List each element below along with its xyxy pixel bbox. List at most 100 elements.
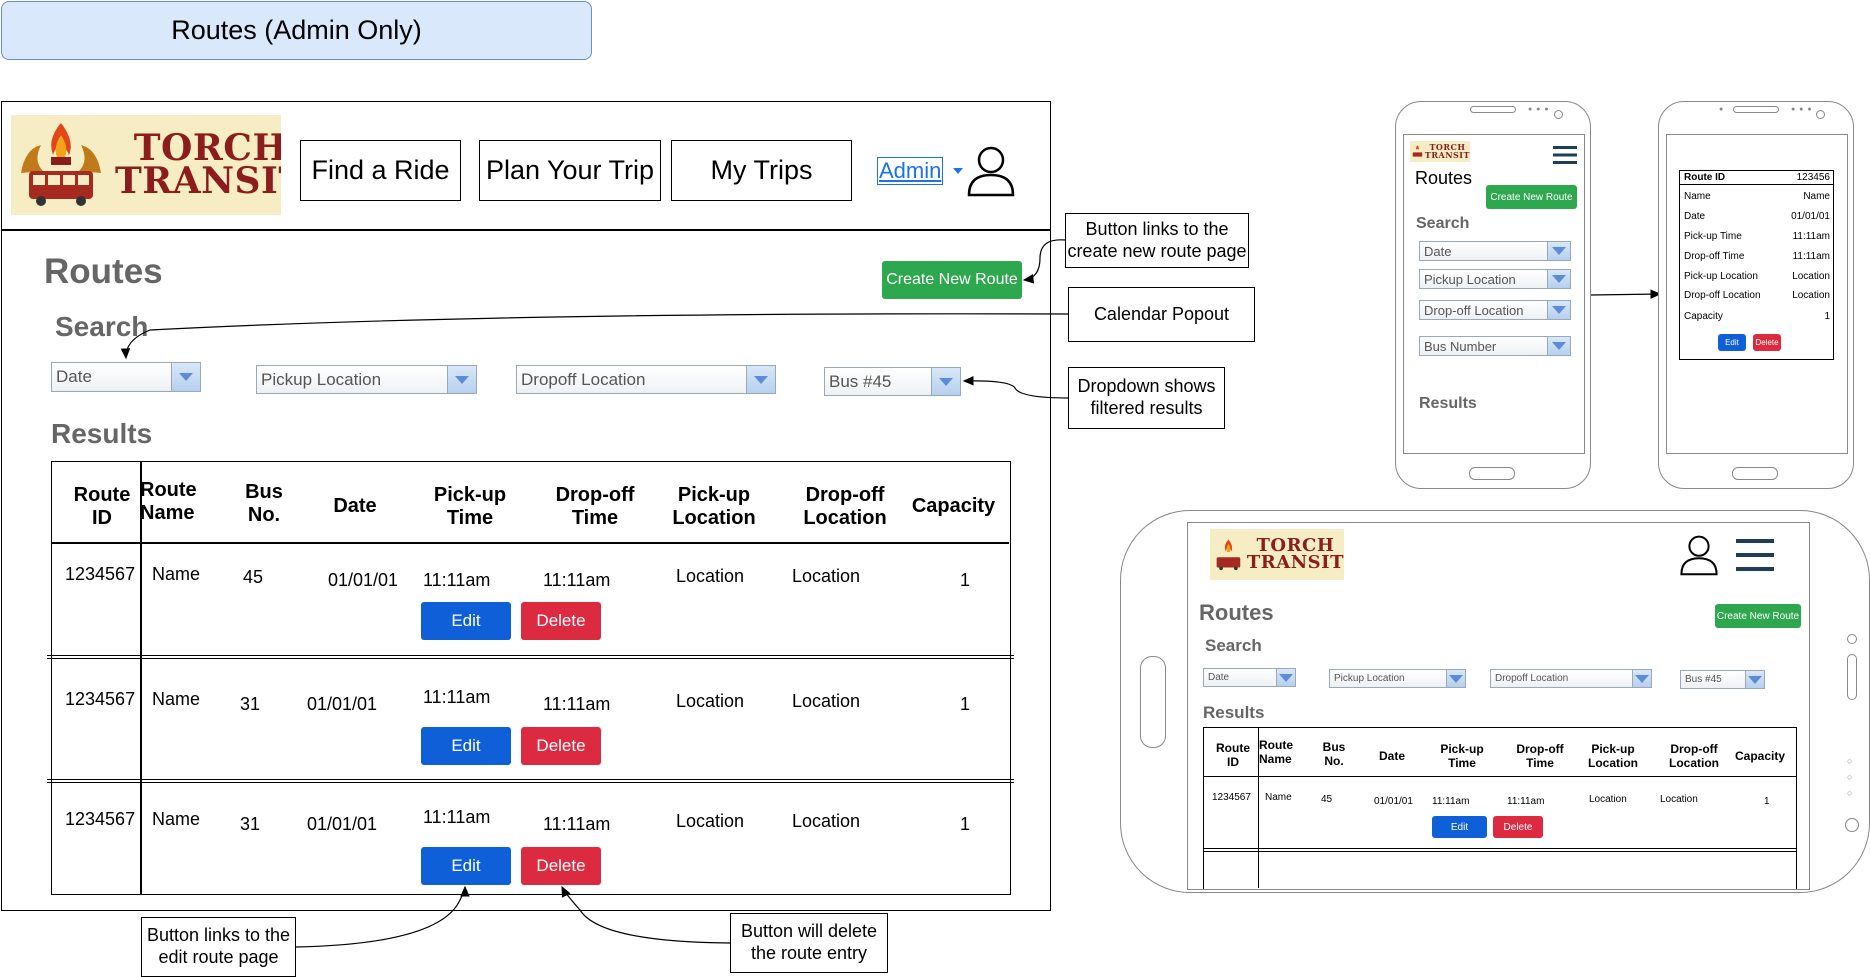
tablet-home-button[interactable] [1140, 656, 1166, 748]
cell-dropoff-location: Location [792, 566, 861, 586]
nav-my-trips-label: My Trips [710, 155, 813, 185]
header-date: Date [333, 495, 377, 517]
table-header-divider [1204, 776, 1796, 778]
delete-button[interactable]: Delete [521, 602, 601, 640]
phone-speaker [1470, 106, 1516, 113]
phone-camera-icon [1816, 110, 1825, 119]
pickup-filter-dropdown[interactable]: Pickup Location [256, 365, 477, 394]
phone-home-button[interactable] [1732, 467, 1778, 480]
tablet-cell-pickup-location: Location [1589, 794, 1627, 805]
mobile-brand-wordmark: TORCH TRANSIT [1424, 142, 1470, 160]
tablet-page-title: Routes [1199, 600, 1274, 625]
dropdown-arrow-icon[interactable] [1446, 670, 1465, 687]
tablet-date-dropdown[interactable]: Date [1203, 668, 1296, 687]
date-filter-value: Date [56, 367, 92, 386]
dropoff-filter-dropdown[interactable]: Dropoff Location [516, 365, 776, 394]
nav-plan-trip-label: Plan Your Trip [485, 155, 655, 185]
dropdown-arrow-icon[interactable] [1276, 669, 1295, 686]
tablet-cell-bus-no: 45 [1321, 794, 1333, 805]
tablet-brand-logo[interactable]: TORCH TRANSIT [1210, 529, 1344, 580]
dropdown-arrow-icon[interactable] [1547, 301, 1570, 319]
detail-edit-button[interactable]: Edit [1718, 334, 1746, 351]
dropdown-arrow-icon[interactable] [746, 366, 775, 393]
torch-bus-icon [21, 123, 101, 206]
cell-pickup-location: Location [676, 811, 745, 831]
bus-filter-value: Bus #45 [829, 371, 892, 391]
mobile-search-heading: Search [1416, 215, 1470, 232]
phone-camera-icon [1554, 110, 1563, 119]
tablet-create-route-button[interactable]: Create New Route [1715, 604, 1801, 628]
edit-button[interactable]: Edit [421, 602, 511, 640]
tablet-brand-wordmark: TORCH TRANSIT [1246, 534, 1344, 573]
mobile-pickup-dropdown[interactable]: Pickup Location [1419, 269, 1571, 289]
phone-home-button[interactable] [1469, 467, 1515, 480]
tablet-cell-capacity: 1 [1764, 796, 1770, 807]
tablet-header-pickup-location: Pick-up Location [1588, 742, 1638, 770]
mobile-dropoff-dropdown[interactable]: Drop-off Location [1419, 300, 1571, 320]
note-dropdown-filter: Dropdown shows filtered results [1068, 367, 1225, 429]
admin-link[interactable]: Admin [877, 157, 944, 185]
diagram-title: Routes (Admin Only) [1, 1, 592, 60]
edit-button[interactable]: Edit [421, 727, 511, 765]
cell-capacity: 1 [960, 570, 971, 590]
cell-pickup-time: 11:11am [423, 570, 491, 590]
header-dropoff-time: Drop-off Time [555, 484, 635, 529]
cell-dropoff-location: Location [792, 691, 861, 711]
brand-line2: TRANSIT [115, 160, 281, 202]
detail-row: Route ID 123456 [1684, 172, 1830, 183]
mobile-bus-dropdown[interactable]: Bus Number [1419, 336, 1571, 356]
delete-button[interactable]: Delete [521, 727, 601, 765]
tablet-camera-icon [1845, 818, 1859, 832]
create-new-route-button[interactable]: Create New Route [882, 261, 1022, 299]
tablet-pickup-dropdown[interactable]: Pickup Location [1329, 669, 1466, 688]
nav-find-ride-button[interactable]: Find a Ride [300, 140, 461, 201]
tablet-bus-dropdown[interactable]: Bus #45 [1680, 670, 1765, 689]
mobile-brand-logo[interactable]: TORCH TRANSIT [1410, 141, 1470, 162]
cell-pickup-time: 11:11am [423, 687, 491, 707]
dropdown-arrow-icon[interactable] [1632, 670, 1651, 687]
nav-my-trips-button[interactable]: My Trips [671, 140, 852, 201]
bus-filter-dropdown[interactable]: Bus #45 [824, 367, 961, 396]
header-route-id: Route ID [73, 484, 131, 529]
dropdown-arrow-icon[interactable] [1547, 337, 1570, 355]
page-title: Routes [44, 252, 163, 291]
tablet-header-date: Date [1378, 749, 1405, 763]
cell-dropoff-time: 11:11am [543, 814, 611, 834]
detail-row: Drop-off Time 11:11am [1684, 251, 1830, 262]
tablet-edit-button[interactable]: Edit [1432, 816, 1487, 838]
admin-menu[interactable]: Admin [877, 157, 964, 185]
tablet-dropoff-dropdown[interactable]: Dropoff Location [1490, 669, 1652, 688]
tablet-search-heading: Search [1205, 636, 1262, 655]
hamburger-menu-icon[interactable] [1553, 145, 1577, 165]
tablet-delete-button[interactable]: Delete [1493, 816, 1543, 838]
hamburger-menu-icon[interactable] [1736, 538, 1774, 572]
user-profile-icon[interactable] [1679, 534, 1719, 576]
cell-pickup-location: Location [676, 691, 745, 711]
brand-logo[interactable]: TORCH TRANSIT [11, 115, 281, 215]
dropdown-arrow-icon[interactable] [447, 366, 476, 393]
note-calendar-popout: Calendar Popout [1068, 287, 1255, 342]
dropdown-arrow-icon[interactable] [1547, 242, 1570, 260]
dropdown-arrow-icon[interactable] [931, 368, 960, 395]
nav-plan-trip-button[interactable]: Plan Your Trip [479, 140, 661, 201]
mobile-date-dropdown[interactable]: Date [1419, 241, 1571, 261]
header-bus-no: Bus No. [245, 481, 283, 526]
dropdown-arrow-icon[interactable] [171, 363, 200, 391]
detail-list: Route ID 123456 Name Name Date 01/01/01 Pic… [1684, 172, 1830, 331]
detail-row: Pick-up Location Location [1684, 271, 1830, 282]
admin-caret-icon[interactable] [953, 168, 964, 174]
cell-route-name: Name [152, 689, 201, 709]
mobile-create-route-button[interactable]: Create New Route [1486, 185, 1577, 209]
detail-delete-button[interactable]: Delete [1753, 334, 1781, 351]
edit-button[interactable]: Edit [421, 847, 511, 885]
torch-bus-icon [1216, 538, 1241, 570]
dropdown-arrow-icon[interactable] [1547, 270, 1570, 288]
dropdown-arrow-icon[interactable] [1745, 671, 1764, 688]
tablet-sensors-icon: ○ ○ ○ [1847, 756, 1853, 798]
cell-date: 01/01/01 [307, 694, 378, 714]
header-divider [1, 229, 1051, 231]
date-filter-dropdown[interactable]: Date [51, 362, 201, 392]
delete-button[interactable]: Delete [521, 847, 601, 885]
user-profile-icon[interactable] [966, 145, 1016, 197]
tablet-header-bus-no: Bus No. [1322, 740, 1346, 768]
